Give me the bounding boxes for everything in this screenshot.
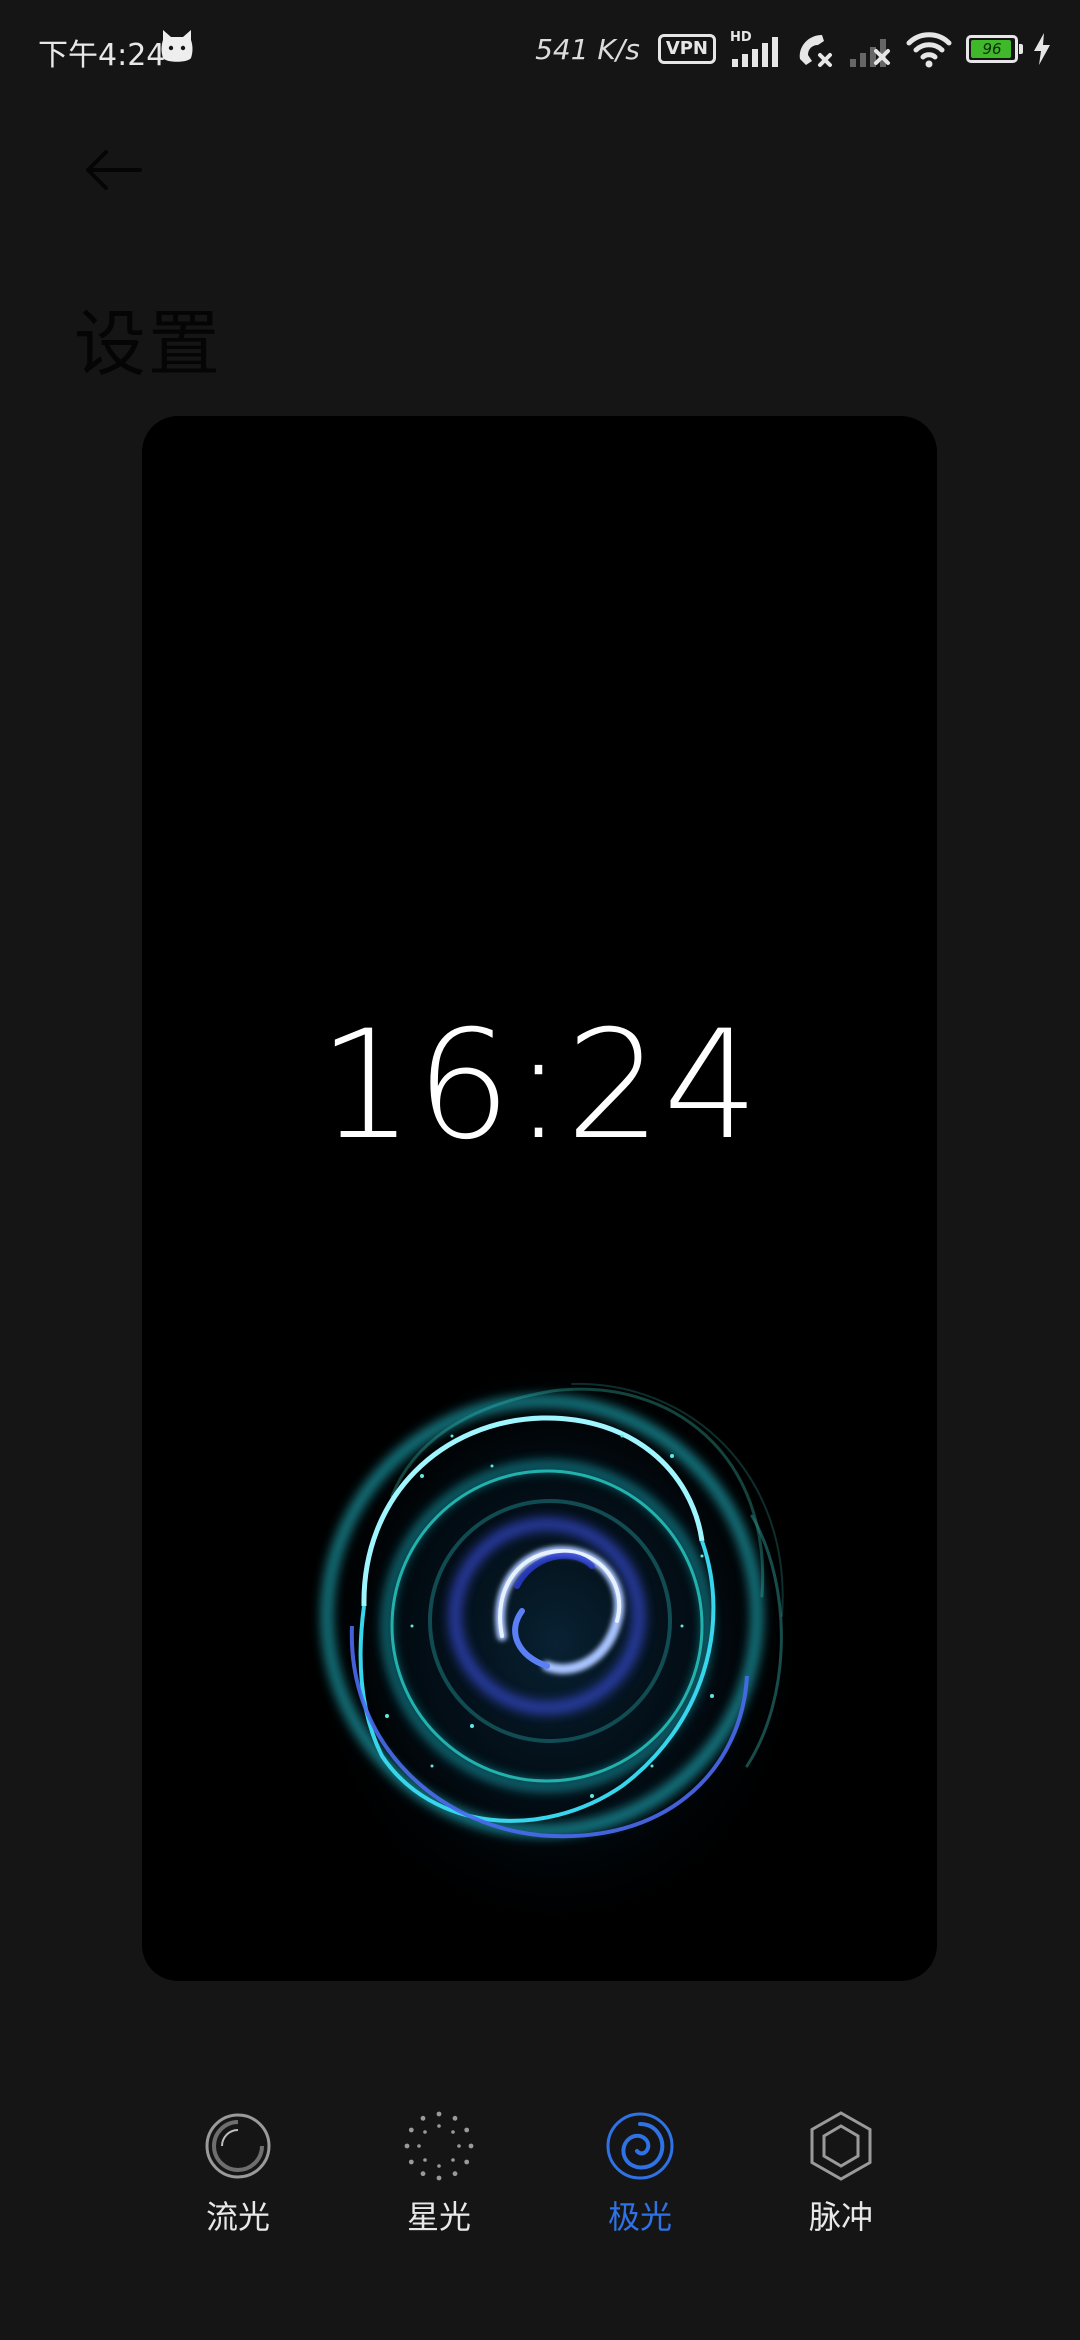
effect-label: 脉冲	[808, 2198, 873, 2236]
effect-label: 极光	[607, 2198, 672, 2236]
hd-label: HD	[730, 30, 752, 45]
call-muted-icon	[799, 35, 832, 67]
charging-icon	[1034, 33, 1050, 65]
effect-option-xingguang[interactable]: 星光	[359, 2110, 519, 2260]
wifi-icon	[906, 32, 952, 68]
status-icons: 541 K/s VPN HD 96	[535, 26, 1052, 72]
signal-hd-icon: HD	[730, 30, 778, 67]
preview-card: 16:24	[142, 416, 937, 1981]
arrow-left-icon	[86, 150, 142, 190]
effect-selector: 流光 星光 极光 脉冲	[0, 2110, 1080, 2260]
battery-icon: 96	[966, 35, 1023, 63]
hexagon-icon	[810, 2111, 872, 2181]
preview-clock: 16:24	[318, 999, 761, 1173]
aurora-spiral-effect	[297, 1331, 817, 1931]
status-bar: 下午4:24 541 K/s VPN HD 96	[0, 0, 1080, 100]
effect-option-liuguang[interactable]: 流光	[158, 2110, 318, 2260]
screen: 下午4:24 541 K/s VPN HD 96 设置 16:24 流光 星光 …	[0, 0, 1080, 2340]
battery-level: 96	[982, 40, 1002, 58]
page-title: 设置	[74, 302, 223, 386]
effect-option-jiguang[interactable]: 极光	[560, 2110, 720, 2260]
cat-icon	[161, 30, 193, 62]
network-speed: 541 K/s	[535, 32, 640, 66]
status-time: 下午4:24	[38, 38, 166, 73]
spiral-icon	[606, 2112, 674, 2180]
effect-label: 星光	[406, 2198, 471, 2236]
effect-label: 流光	[205, 2198, 270, 2236]
dotted-ring-icon	[404, 2111, 474, 2181]
vpn-badge: VPN	[657, 34, 716, 64]
back-button[interactable]	[78, 140, 158, 210]
no-signal-icon	[850, 39, 890, 67]
ring-icon	[205, 2113, 271, 2179]
effect-option-maichong[interactable]: 脉冲	[761, 2110, 921, 2260]
